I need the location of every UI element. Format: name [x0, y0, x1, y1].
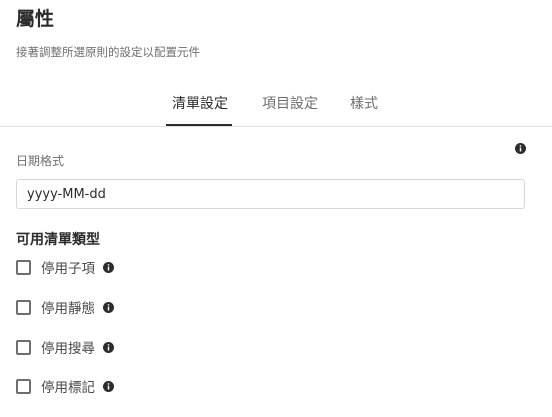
disable-static-checkbox[interactable] [16, 299, 31, 315]
disable-tags-checkbox[interactable] [16, 378, 31, 394]
list-types-heading: 可用清單類型 [16, 232, 100, 248]
disable-search-label: 停用搜尋 [41, 341, 95, 357]
disable-search-option[interactable]: 停用搜尋 [16, 338, 114, 357]
tab-bar: 清單設定 項目設定 樣式 [0, 84, 552, 127]
tab-list-settings[interactable]: 清單設定 [172, 93, 228, 113]
info-icon[interactable] [103, 261, 114, 273]
info-icon[interactable] [515, 143, 526, 154]
disable-search-checkbox[interactable] [16, 339, 31, 355]
info-icon[interactable] [103, 341, 114, 353]
info-icon[interactable] [103, 380, 114, 392]
tab-styles[interactable]: 樣式 [350, 93, 378, 113]
disable-tags-label: 停用標記 [41, 380, 95, 396]
disable-children-checkbox[interactable] [16, 259, 31, 275]
disable-tags-option[interactable]: 停用標記 [16, 377, 114, 396]
date-format-label: 日期格式 [16, 154, 65, 168]
page-title: 屬性 [16, 8, 55, 30]
page-subtitle: 接著調整所選原則的設定以配置元件 [16, 45, 200, 59]
disable-children-label: 停用子項 [41, 261, 95, 277]
date-format-input[interactable] [16, 179, 525, 209]
disable-static-option[interactable]: 停用靜態 [16, 298, 114, 317]
info-icon[interactable] [103, 301, 114, 313]
tab-item-settings[interactable]: 項目設定 [262, 93, 318, 113]
disable-static-label: 停用靜態 [41, 301, 95, 317]
disable-children-option[interactable]: 停用子項 [16, 258, 114, 277]
active-tab-indicator [166, 124, 232, 126]
